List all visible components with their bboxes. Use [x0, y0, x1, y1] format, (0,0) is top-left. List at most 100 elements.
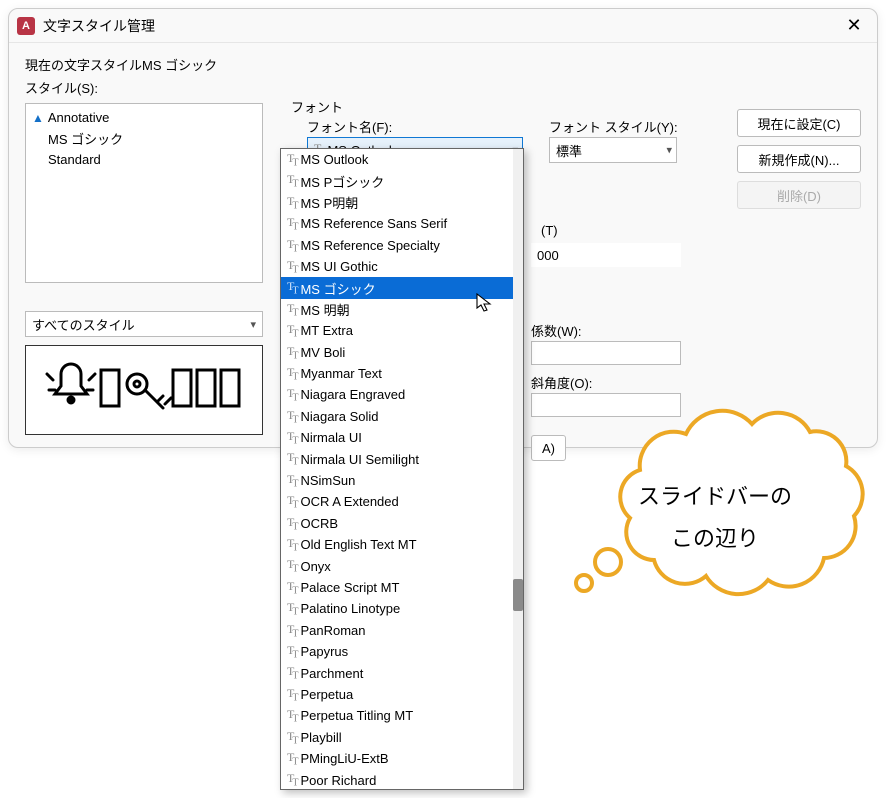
dropdown-item[interactable]: TTMS Reference Sans Serif — [281, 213, 513, 234]
callout-text: スライドバーの この辺り — [560, 398, 870, 623]
dropdown-item[interactable]: TTOCRB — [281, 513, 513, 534]
dropdown-item-label: Playbill — [300, 730, 341, 745]
set-current-label: 現在に設定(C) — [757, 114, 840, 133]
dropdown-list: TTMS OutlookTTMS PゴシックTTMS P明朝TTMS Refer… — [281, 149, 513, 789]
font-style-combo[interactable]: 標準 ▾ — [549, 137, 677, 163]
chevron-down-icon: ▾ — [666, 144, 672, 157]
font-section-label: フォント — [291, 97, 343, 116]
truetype-icon: TT — [287, 643, 296, 660]
dropdown-item-label: Myanmar Text — [300, 366, 381, 381]
dropdown-item[interactable]: TTMS Pゴシック — [281, 170, 513, 191]
truetype-icon: TT — [287, 194, 296, 211]
styles-label: スタイル(S): — [25, 78, 861, 97]
dropdown-item[interactable]: TT MV Boli — [281, 342, 513, 363]
list-item-label: MS ゴシック — [48, 129, 123, 148]
dropdown-item[interactable]: TTMT Extra — [281, 320, 513, 341]
new-style-label: 新規作成(N)... — [759, 150, 840, 169]
truetype-icon: TT — [287, 344, 296, 361]
dropdown-item[interactable]: TTNiagara Solid — [281, 406, 513, 427]
dropdown-item[interactable]: TT Niagara Engraved — [281, 384, 513, 405]
truetype-icon: TT — [287, 301, 296, 318]
dropdown-item[interactable]: TT Nirmala UI — [281, 427, 513, 448]
dropdown-item-label: NSimSun — [300, 473, 355, 488]
truetype-icon: TT — [287, 151, 296, 168]
truetype-icon: TT — [287, 215, 296, 232]
dropdown-item-label: Niagara Engraved — [300, 387, 405, 402]
dropdown-item-label: MS ゴシック — [300, 279, 375, 298]
scrollbar-thumb[interactable] — [513, 579, 523, 611]
truetype-icon: TT — [287, 429, 296, 446]
font-name-dropdown[interactable]: TTMS OutlookTTMS PゴシックTTMS P明朝TTMS Refer… — [280, 148, 524, 790]
dialog-title: 文字スタイル管理 — [43, 16, 839, 36]
delete-label: 削除(D) — [777, 186, 821, 205]
dropdown-item[interactable]: TTOld English Text MT — [281, 534, 513, 555]
dropdown-item[interactable]: TTMS 明朝 — [281, 299, 513, 320]
dropdown-item[interactable]: TTNirmala UI Semilight — [281, 448, 513, 469]
dropdown-item-label: Parchment — [300, 666, 363, 681]
callout-cloud: スライドバーの この辺り — [560, 398, 870, 623]
dialog-content: 現在の文字スタイルMS ゴシック スタイル(S): ▲ Annotative M… — [9, 43, 877, 113]
height-input[interactable]: 000 — [531, 243, 681, 267]
dropdown-item-label: MS UI Gothic — [300, 259, 377, 274]
dropdown-item[interactable]: TTMS P明朝 — [281, 192, 513, 213]
dropdown-item-label: Niagara Solid — [300, 409, 378, 424]
truetype-icon: TT — [287, 386, 296, 403]
close-button[interactable]: ✕ — [839, 11, 869, 41]
dropdown-item[interactable]: TTMS Reference Specialty — [281, 235, 513, 256]
list-item[interactable]: ▲ Annotative — [26, 108, 262, 127]
truetype-icon: TT — [287, 493, 296, 510]
style-filter-combo[interactable]: すべてのスタイル ▾ — [25, 311, 263, 337]
annotative-icon: ▲ — [32, 111, 44, 125]
dropdown-item-label: Papyrus — [300, 644, 348, 659]
dropdown-item-label: MS P明朝 — [300, 193, 358, 212]
truetype-icon: TT — [287, 750, 296, 767]
dropdown-item-label: MV Boli — [300, 345, 345, 360]
dropdown-item[interactable]: TT Myanmar Text — [281, 363, 513, 384]
dropdown-item-label: MS 明朝 — [300, 300, 349, 319]
styles-listbox[interactable]: ▲ Annotative MS ゴシック Standard — [25, 103, 263, 283]
new-style-button[interactable]: 新規作成(N)... — [737, 145, 861, 173]
truetype-icon: TT — [287, 536, 296, 553]
truetype-icon: TT — [287, 258, 296, 275]
list-item[interactable]: Standard — [26, 150, 262, 169]
list-item[interactable]: MS ゴシック — [26, 127, 262, 150]
style-filter-label: すべてのスタイル — [32, 315, 135, 334]
dropdown-item[interactable]: TT Papyrus — [281, 641, 513, 662]
truetype-icon: TT — [287, 579, 296, 596]
dropdown-item[interactable]: TTPMingLiU-ExtB — [281, 748, 513, 769]
chevron-down-icon: ▾ — [250, 318, 256, 331]
dropdown-item[interactable]: TTPoor Richard — [281, 769, 513, 789]
truetype-icon: TT — [287, 172, 296, 189]
dropdown-item[interactable]: TT Playbill — [281, 727, 513, 748]
dropdown-item[interactable]: TTPanRoman — [281, 620, 513, 641]
app-icon: A — [17, 17, 35, 35]
dropdown-item[interactable]: TTPalatino Linotype — [281, 598, 513, 619]
font-style-label: フォント スタイル(Y): — [549, 117, 678, 136]
dropdown-item-label: Onyx — [300, 559, 330, 574]
truetype-icon: TT — [287, 472, 296, 489]
dropdown-item[interactable]: TT NSimSun — [281, 470, 513, 491]
dropdown-item[interactable]: TTPerpetua — [281, 684, 513, 705]
truetype-icon: TT — [287, 771, 296, 788]
dropdown-item[interactable]: TTPerpetua Titling MT — [281, 705, 513, 726]
dropdown-scrollbar[interactable] — [513, 149, 523, 789]
dropdown-item-label: Nirmala UI — [300, 430, 361, 445]
dropdown-item[interactable]: TTOnyx — [281, 555, 513, 576]
font-name-label: フォント名(F): — [307, 117, 392, 136]
width-factor-input[interactable] — [531, 341, 681, 365]
dropdown-item[interactable]: TTMS ゴシック — [281, 277, 513, 298]
set-current-button[interactable]: 現在に設定(C) — [737, 109, 861, 137]
dropdown-item[interactable]: TTOCR A Extended — [281, 491, 513, 512]
truetype-icon: TT — [287, 279, 296, 296]
truetype-icon: TT — [287, 365, 296, 382]
dropdown-item[interactable]: TTPalace Script MT — [281, 577, 513, 598]
truetype-icon: TT — [287, 729, 296, 746]
list-item-label: Annotative — [48, 110, 109, 125]
dropdown-item[interactable]: TTParchment — [281, 662, 513, 683]
dropdown-item[interactable]: TT MS UI Gothic — [281, 256, 513, 277]
preview-glyphs — [39, 360, 249, 420]
truetype-icon: TT — [287, 450, 296, 467]
dropdown-item[interactable]: TTMS Outlook — [281, 149, 513, 170]
font-style-value: 標準 — [556, 141, 582, 160]
truetype-icon: TT — [287, 322, 296, 339]
